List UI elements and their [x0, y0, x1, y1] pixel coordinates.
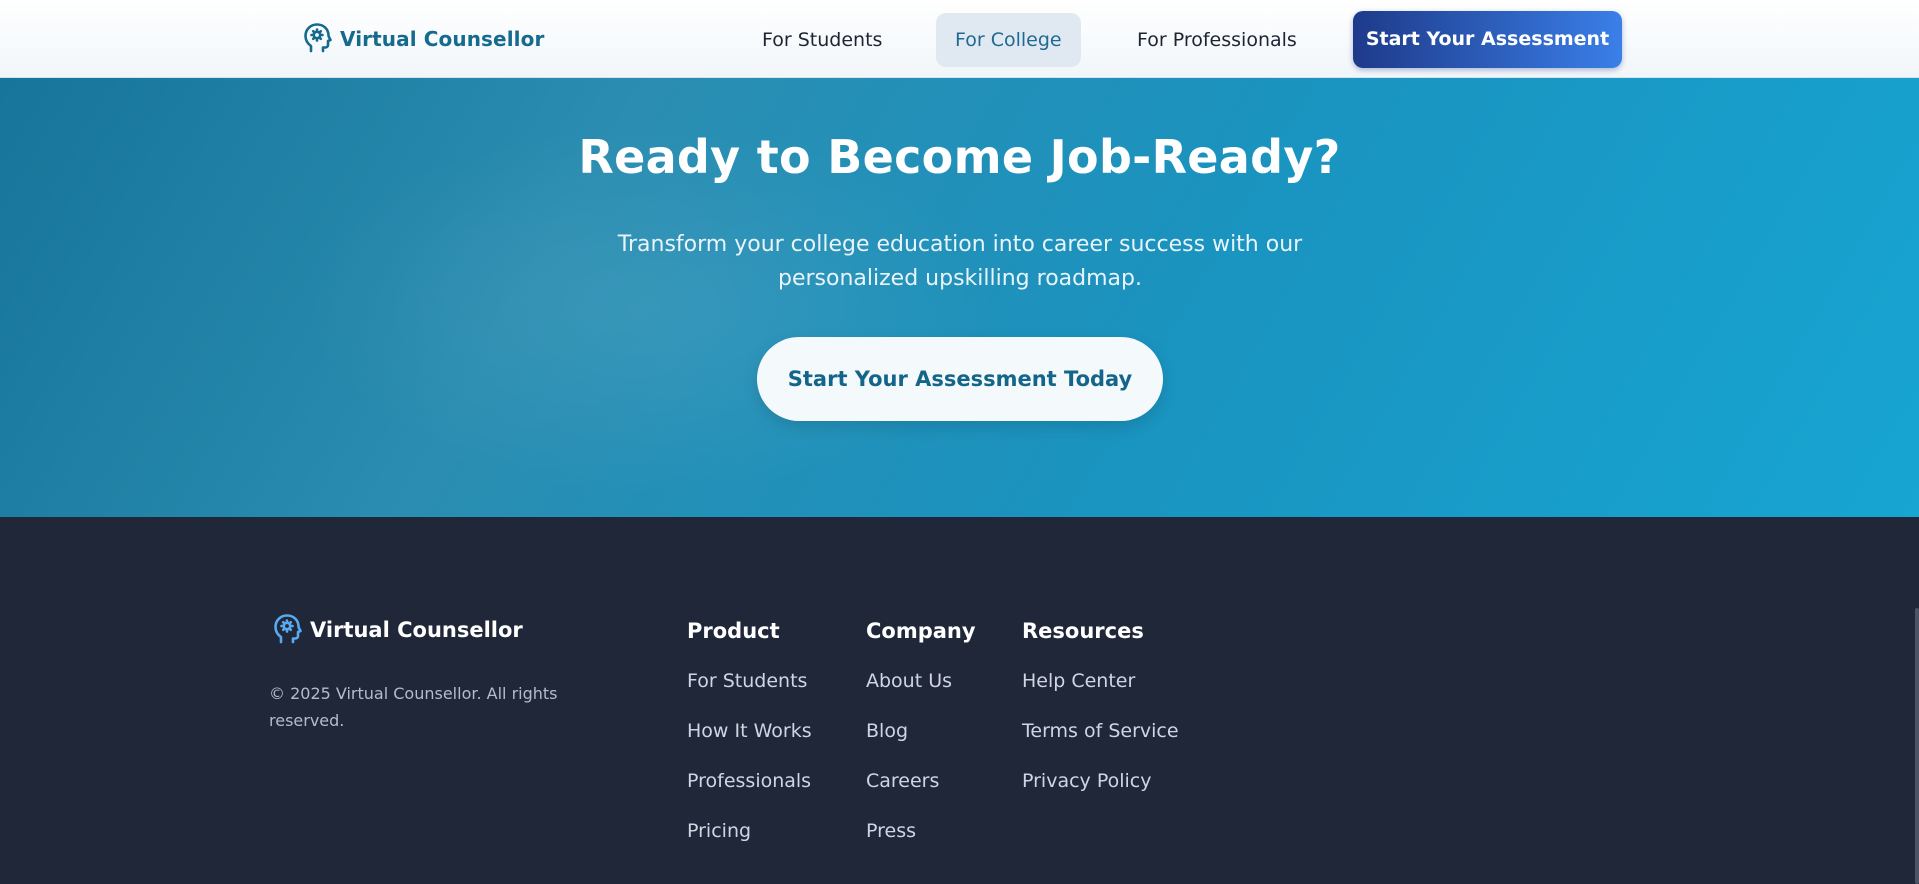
nav-link-for-students[interactable]: For Students: [743, 13, 901, 67]
nav-link-for-college[interactable]: For College: [936, 13, 1081, 67]
brand-name: Virtual Counsellor: [340, 27, 545, 51]
footer-link-press[interactable]: Press: [866, 820, 916, 842]
footer-link-help-center[interactable]: Help Center: [1022, 670, 1135, 692]
footer-link-professionals[interactable]: Professionals: [687, 770, 811, 792]
start-assessment-today-button[interactable]: Start Your Assessment Today: [757, 337, 1163, 421]
copyright-text: © 2025 Virtual Counsellor. All rights re…: [269, 684, 558, 730]
brand-logo-link[interactable]: Virtual Counsellor: [302, 22, 544, 56]
footer-column-title: Company: [866, 619, 976, 643]
footer-column-company: Company About Us Blog Careers Press: [866, 616, 976, 866]
brain-head-icon: [302, 21, 332, 57]
hero-title: Ready to Become Job-Ready?: [578, 130, 1341, 184]
footer-brand-name: Virtual Counsellor: [310, 618, 523, 642]
footer-link-list: About Us Blog Careers Press: [866, 666, 976, 866]
start-assessment-button[interactable]: Start Your Assessment: [1353, 11, 1622, 68]
footer-column-resources: Resources Help Center Terms of Service P…: [1022, 616, 1179, 816]
nav-link-for-professionals[interactable]: For Professionals: [1118, 13, 1316, 67]
footer-link-privacy-policy[interactable]: Privacy Policy: [1022, 770, 1151, 792]
footer-link-pricing[interactable]: Pricing: [687, 820, 751, 842]
footer-column-title: Resources: [1022, 619, 1144, 643]
hero-subtitle: Transform your college education into ca…: [617, 232, 1303, 291]
brain-head-icon: [272, 612, 302, 648]
footer-link-list: For Students How It Works Professionals …: [687, 666, 812, 866]
footer-link-list: Help Center Terms of Service Privacy Pol…: [1022, 666, 1179, 816]
page-scrollbar[interactable]: [1915, 608, 1919, 884]
top-navbar: Virtual Counsellor For Students For Coll…: [0, 0, 1919, 78]
footer-link-blog[interactable]: Blog: [866, 720, 908, 742]
footer-link-about-us[interactable]: About Us: [866, 670, 952, 692]
footer-column-title: Product: [687, 619, 780, 643]
footer-link-terms-of-service[interactable]: Terms of Service: [1022, 720, 1179, 742]
footer-link-for-students[interactable]: For Students: [687, 670, 807, 692]
footer-link-how-it-works[interactable]: How It Works: [687, 720, 812, 742]
site-footer: Virtual Counsellor © 2025 Virtual Counse…: [0, 517, 1919, 884]
cta-hero-section: Ready to Become Job-Ready? Transform you…: [0, 78, 1919, 517]
footer-brand-link[interactable]: Virtual Counsellor: [272, 613, 523, 647]
footer-column-product: Product For Students How It Works Profes…: [687, 616, 812, 866]
footer-link-careers[interactable]: Careers: [866, 770, 939, 792]
